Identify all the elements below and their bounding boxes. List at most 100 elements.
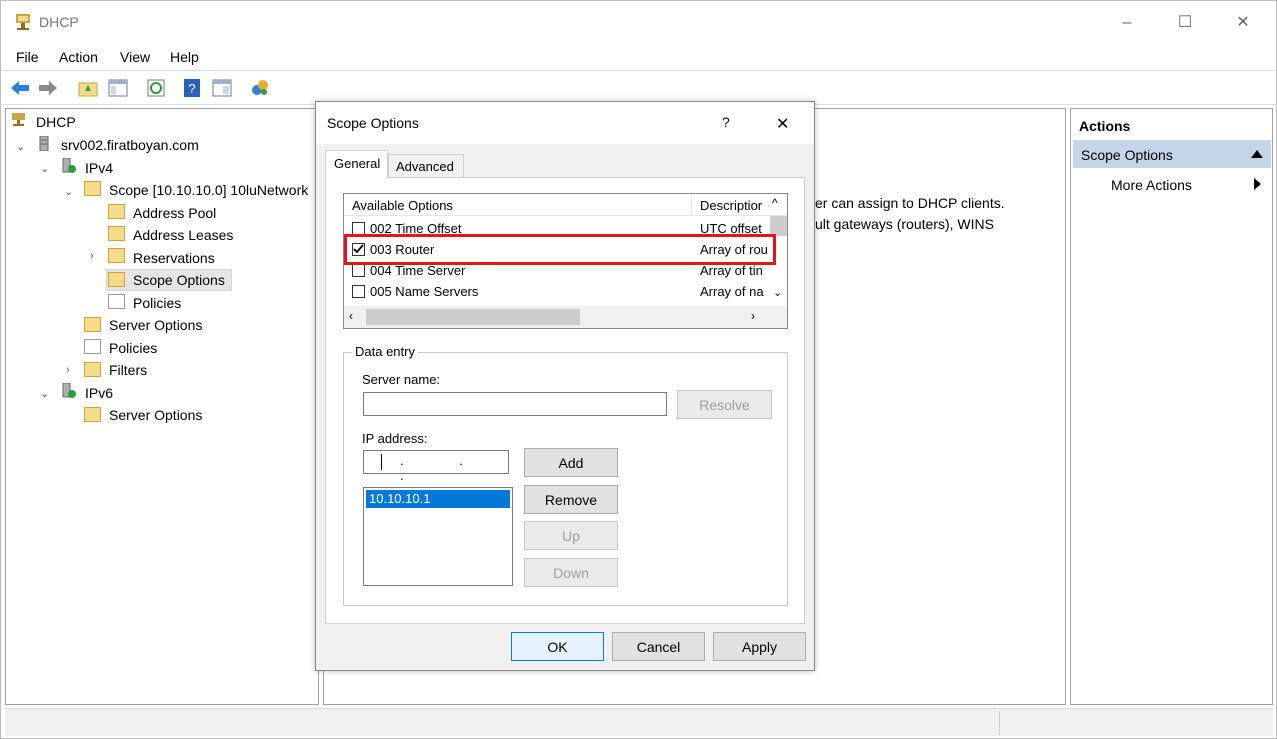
header-available-options[interactable]: Available Options xyxy=(352,198,453,213)
dialog-title-bar: Scope Options ? ✕ xyxy=(316,102,814,144)
svg-text:?: ? xyxy=(188,81,195,96)
tree-server-options[interactable]: Server Options xyxy=(109,317,202,333)
menu-view[interactable]: View xyxy=(120,49,150,65)
title-bar: DHCP – ☐ ✕ xyxy=(1,1,1277,45)
policies-icon xyxy=(108,294,125,309)
properties-icon[interactable] xyxy=(211,77,233,99)
option-checkbox[interactable] xyxy=(352,285,365,298)
tab-advanced[interactable]: Advanced xyxy=(388,154,464,178)
ip-address-label: IP address: xyxy=(362,431,428,446)
expand-chevron-icon[interactable]: ⌄ xyxy=(40,162,49,175)
address-pool-icon xyxy=(108,204,125,219)
ipv6-icon xyxy=(62,383,76,398)
center-text-line2: ult gateways (routers), WINS xyxy=(815,216,994,232)
minimize-button[interactable]: – xyxy=(1104,7,1150,39)
menu-help[interactable]: Help xyxy=(170,49,199,65)
tree-scope[interactable]: Scope [10.10.10.0] 10luNetwork xyxy=(109,182,308,198)
ip-address-input[interactable]: . . . xyxy=(363,450,509,483)
tree-server[interactable]: srv002.firatboyan.com xyxy=(61,137,199,153)
cancel-button[interactable]: Cancel xyxy=(612,632,705,661)
close-button[interactable]: ✕ xyxy=(1220,7,1266,39)
help-icon[interactable]: ? xyxy=(181,77,203,99)
ip-dots: . . . xyxy=(400,453,489,483)
menu-action[interactable]: Action xyxy=(59,49,98,65)
back-arrow-icon[interactable] xyxy=(9,77,31,99)
dhcp-app-icon xyxy=(16,14,30,30)
menu-file[interactable]: File xyxy=(16,49,39,65)
tree-scope-policies[interactable]: Policies xyxy=(133,295,181,311)
collapsed-chevron-icon[interactable]: › xyxy=(66,364,70,376)
actions-section[interactable]: Scope Options xyxy=(1073,140,1271,168)
tree-reservations[interactable]: Reservations xyxy=(133,250,215,266)
folder-icon xyxy=(84,181,101,196)
option-name[interactable]: 004 Time Server xyxy=(370,263,465,278)
maximize-button[interactable]: ☐ xyxy=(1162,7,1208,39)
data-entry-label: Data entry xyxy=(352,344,418,359)
horizontal-scrollbar[interactable]: ‹ › xyxy=(344,306,787,328)
status-divider xyxy=(999,711,1000,735)
collapsed-chevron-icon[interactable]: › xyxy=(90,250,94,262)
option-name[interactable]: 005 Name Servers xyxy=(370,284,478,299)
filters-icon xyxy=(84,362,101,377)
dialog-help-button[interactable]: ? xyxy=(722,114,730,130)
scroll-left-icon[interactable]: ‹ xyxy=(349,309,353,323)
more-actions[interactable]: More Actions xyxy=(1111,177,1192,193)
address-leases-icon xyxy=(108,226,125,241)
show-hide-tree-icon[interactable] xyxy=(107,77,129,99)
remove-button[interactable]: Remove xyxy=(524,485,618,514)
tree-policies[interactable]: Policies xyxy=(109,340,157,356)
horizontal-scroll-thumb[interactable] xyxy=(366,309,580,325)
collapse-up-icon[interactable] xyxy=(1251,150,1263,158)
header-divider xyxy=(691,194,692,216)
option-desc: Array of na xyxy=(700,284,764,299)
tab-general-label: General xyxy=(334,156,381,171)
expand-chevron-icon[interactable]: ⌄ xyxy=(40,387,49,400)
ip-address-list[interactable]: 10.10.10.1 xyxy=(363,487,513,586)
tree-dhcp-root[interactable]: DHCP xyxy=(36,114,76,130)
server-name-input[interactable] xyxy=(363,392,667,416)
header-description[interactable]: Descriptior xyxy=(700,198,762,213)
tab-panel: Available Options Descriptior ^ 002 Time… xyxy=(325,177,805,624)
tree-ipv4[interactable]: IPv4 xyxy=(85,160,113,176)
text-cursor xyxy=(381,454,382,470)
tab-general[interactable]: General xyxy=(325,150,388,178)
tree-address-leases[interactable]: Address Leases xyxy=(133,227,233,243)
vertical-scroll-thumb[interactable] xyxy=(770,216,787,236)
up-button[interactable]: Up xyxy=(524,521,618,550)
tree-server-options-v6[interactable]: Server Options xyxy=(109,407,202,423)
tab-advanced-label: Advanced xyxy=(396,159,454,174)
dialog-close-button[interactable]: ✕ xyxy=(776,114,789,134)
resolve-button[interactable]: Resolve xyxy=(677,390,772,419)
window-title: DHCP xyxy=(39,14,79,30)
expand-chevron-icon[interactable]: ⌄ xyxy=(16,140,25,153)
center-text-line1: er can assign to DHCP clients. xyxy=(815,195,1005,211)
scroll-down-icon[interactable]: ⌄ xyxy=(773,286,782,299)
actions-header: Actions xyxy=(1079,118,1131,134)
option-desc: Array of tin xyxy=(700,263,763,278)
reservations-icon xyxy=(108,248,125,263)
router-highlight-box xyxy=(344,234,776,265)
down-button[interactable]: Down xyxy=(524,558,618,587)
menu-bar: File Action View Help xyxy=(1,45,1277,71)
up-folder-icon[interactable] xyxy=(77,77,99,99)
server-icon xyxy=(39,136,49,151)
forward-arrow-icon[interactable] xyxy=(37,77,59,99)
server-icon[interactable] xyxy=(249,77,271,99)
scroll-right-icon[interactable]: › xyxy=(751,309,755,323)
ip-list-item-selected[interactable]: 10.10.10.1 xyxy=(366,490,510,508)
tree-scope-options[interactable]: Scope Options xyxy=(133,272,225,288)
tree-ipv6[interactable]: IPv6 xyxy=(85,385,113,401)
add-button[interactable]: Add xyxy=(524,448,618,477)
ok-button[interactable]: OK xyxy=(511,632,604,661)
refresh-icon[interactable] xyxy=(145,77,167,99)
tree-address-pool[interactable]: Address Pool xyxy=(133,205,216,221)
tree-filters[interactable]: Filters xyxy=(109,362,147,378)
server-name-label: Server name: xyxy=(362,372,441,387)
expand-chevron-icon[interactable]: ⌄ xyxy=(64,185,73,198)
option-checkbox[interactable] xyxy=(352,264,365,277)
status-bar xyxy=(5,708,1273,736)
apply-button[interactable]: Apply xyxy=(713,632,806,661)
dialog-title: Scope Options xyxy=(327,115,419,131)
server-options-icon xyxy=(84,317,101,332)
scroll-up-icon[interactable]: ^ xyxy=(772,196,778,210)
